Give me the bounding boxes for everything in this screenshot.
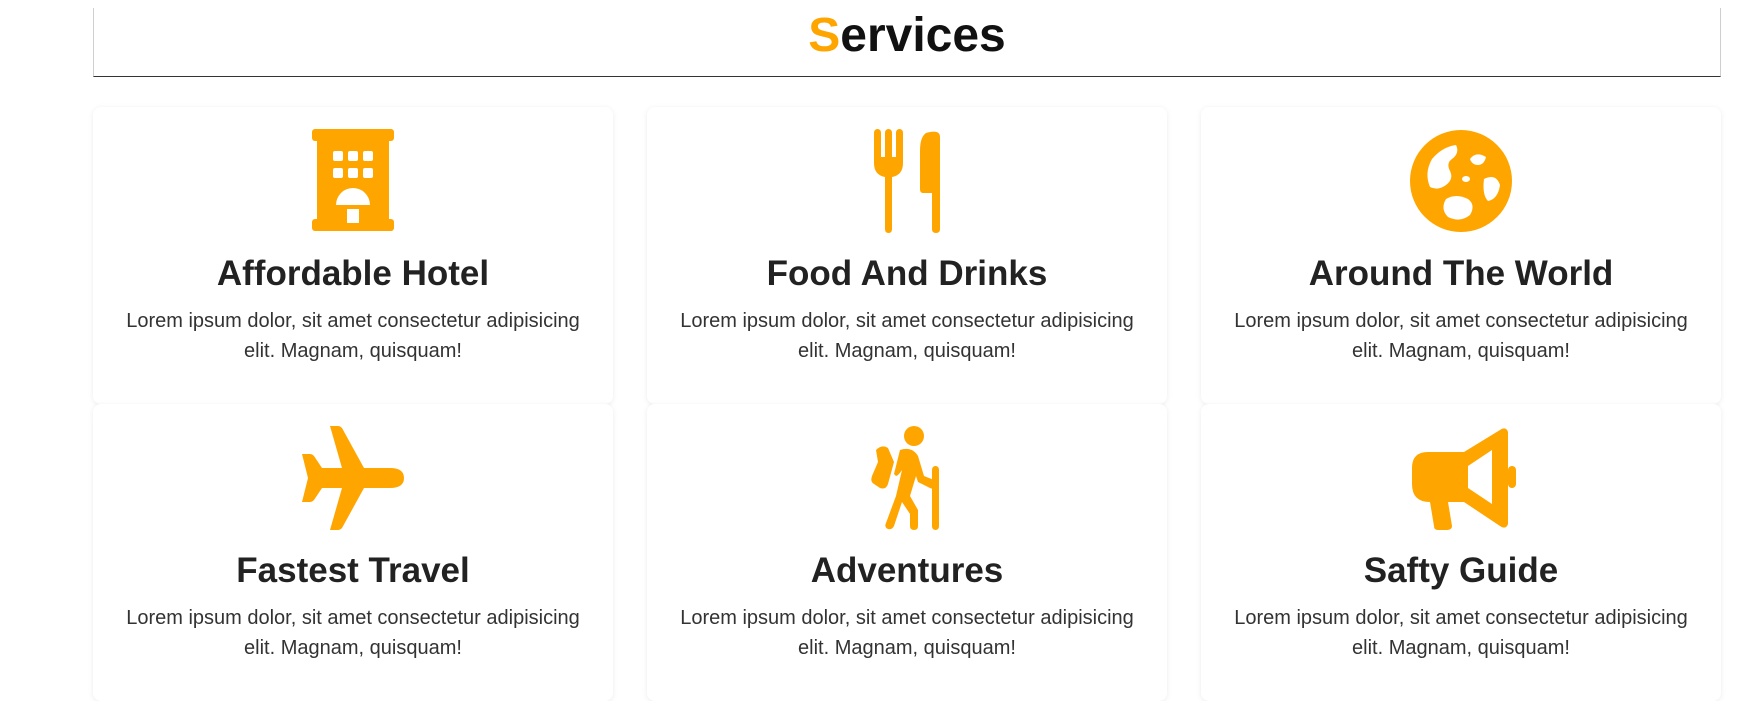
- heading-container: Services: [93, 8, 1721, 77]
- card-description: Lorem ipsum dolor, sit amet consectetur …: [126, 606, 580, 659]
- services-grid: Affordable Hotel Lorem ipsum dolor, sit …: [93, 107, 1721, 701]
- card-title: Fastest Travel: [236, 551, 470, 590]
- bullhorn-icon: [1406, 426, 1516, 530]
- globe-icon: [1406, 129, 1516, 233]
- services-section: Services Affordable Hotel Lorem ipsum do…: [93, 0, 1721, 701]
- service-card-world: Around The World Lorem ipsum dolor, sit …: [1201, 107, 1721, 404]
- plane-icon: [298, 426, 408, 530]
- card-title: Safty Guide: [1363, 551, 1559, 590]
- card-title: Food And Drinks: [766, 254, 1048, 293]
- card-title: Around The World: [1308, 254, 1614, 293]
- heading-rest: ervices: [840, 9, 1006, 62]
- card-description: Lorem ipsum dolor, sit amet consectetur …: [680, 606, 1134, 659]
- section-heading: Services: [94, 9, 1720, 63]
- card-title: Affordable Hotel: [216, 254, 490, 293]
- service-card-safety: Safty Guide Lorem ipsum dolor, sit amet …: [1201, 404, 1721, 701]
- service-card-travel: Fastest Travel Lorem ipsum dolor, sit am…: [93, 404, 613, 701]
- card-title: Adventures: [810, 551, 1004, 590]
- card-description: Lorem ipsum dolor, sit amet consectetur …: [1234, 606, 1688, 659]
- service-card-food: Food And Drinks Lorem ipsum dolor, sit a…: [647, 107, 1167, 404]
- service-card-hotel: Affordable Hotel Lorem ipsum dolor, sit …: [93, 107, 613, 404]
- utensils-icon: [852, 129, 962, 233]
- card-description: Lorem ipsum dolor, sit amet consectetur …: [680, 309, 1134, 362]
- card-description: Lorem ipsum dolor, sit amet consectetur …: [1234, 309, 1688, 362]
- service-card-adventures: Adventures Lorem ipsum dolor, sit amet c…: [647, 404, 1167, 701]
- heading-accent-letter: S: [808, 9, 841, 62]
- hiking-icon: [852, 426, 962, 530]
- hotel-icon: [298, 129, 408, 233]
- card-description: Lorem ipsum dolor, sit amet consectetur …: [126, 309, 580, 362]
